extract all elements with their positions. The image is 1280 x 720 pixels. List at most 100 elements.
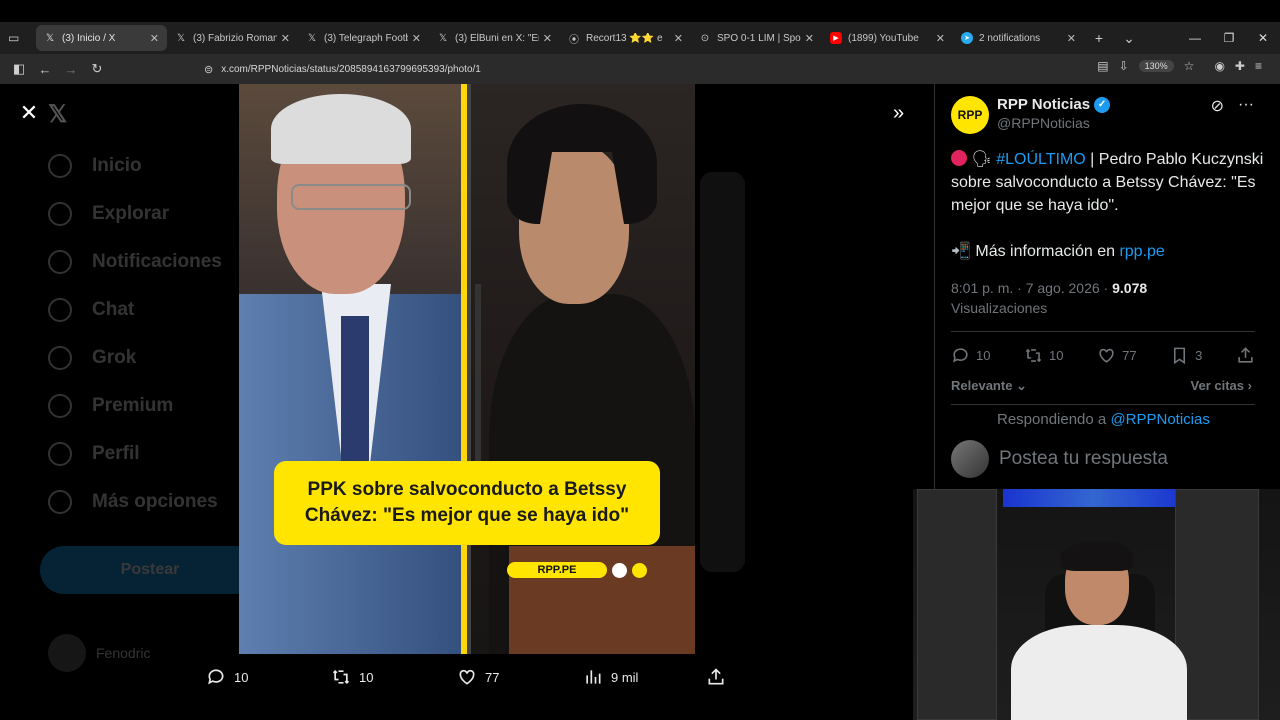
back-icon[interactable]: ← (32, 62, 58, 77)
account-name[interactable]: RPP Noticias (997, 96, 1090, 113)
tab-sport[interactable]: ⊙ SPO 0-1 LIM | Sport Bo ✕ (691, 25, 822, 51)
replying-to-handle[interactable]: @RPPNoticias (1110, 411, 1209, 428)
reload-icon[interactable]: ↻ (84, 61, 110, 77)
browser-tab-bar: ▭ 𝕏 (3) Inicio / X ✕ 𝕏 (3) Fabrizio Roma… (0, 22, 1280, 54)
tab-actions-icon[interactable]: ▭ (8, 31, 19, 45)
like-button[interactable]: 77 (1097, 346, 1137, 365)
repost-button[interactable]: 10 (1024, 346, 1064, 365)
tab-title: Recort13 ⭐⭐ e (586, 32, 663, 44)
premium-icon (48, 394, 72, 418)
tweet-author[interactable]: RPP RPP Noticias ✓ @RPPNoticias (951, 96, 1111, 134)
bookmark-button[interactable]: 3 (1170, 346, 1202, 365)
views-count: 9 mil (611, 669, 639, 685)
minimize-icon[interactable]: — (1178, 31, 1212, 45)
photo-caption: PPK sobre salvoconducto a Betssy Chávez:… (274, 461, 660, 545)
account-handle[interactable]: @RPPNoticias (997, 115, 1110, 131)
restore-icon[interactable]: ❐ (1212, 31, 1246, 45)
tab-title: (3) Telegraph Football (324, 32, 408, 44)
account-icon[interactable]: ◉ (1214, 59, 1224, 73)
rpp-logo-avatar[interactable]: RPP (951, 96, 989, 134)
youtube-icon: ▶ (830, 32, 842, 44)
dimmed-sidebar: Inicio Explorar Notificaciones Chat Grok… (40, 84, 260, 720)
reply-input[interactable]: Postea tu respuesta (999, 448, 1168, 470)
more-options-icon[interactable]: ··· (1238, 96, 1254, 116)
verified-badge-icon: ✓ (1094, 96, 1111, 113)
close-tab-icon[interactable]: ✕ (674, 32, 683, 45)
chat-icon (48, 298, 72, 322)
views-icon (586, 670, 601, 684)
reply-button[interactable]: 10 (951, 346, 990, 365)
menu-icon[interactable]: ≡ (1255, 59, 1262, 73)
white-dot (612, 563, 627, 578)
streamer-body (1011, 625, 1187, 720)
see-quotes-link[interactable]: Ver citas › (1191, 378, 1252, 393)
avatar (951, 440, 989, 478)
replying-to: Respondiendo a @RPPNoticias (997, 411, 1210, 428)
repost-button[interactable]: 10 (331, 667, 373, 687)
site-info-icon[interactable]: ⊜ (204, 63, 213, 76)
like-button[interactable]: 77 (457, 667, 499, 687)
tab-recort[interactable]: ⦿ Recort13 ⭐⭐ e ✕ (560, 25, 691, 51)
views-button[interactable]: 9 mil (583, 667, 638, 687)
sidebar-item-mas-opciones: Más opciones (40, 478, 260, 526)
chevron-right-icon: › (1247, 378, 1252, 393)
reply-count: 10 (976, 348, 991, 363)
photo-hair-left (271, 94, 411, 164)
sort-relevant-dropdown[interactable]: Relevante ⌄ (951, 378, 1027, 394)
extensions-icon[interactable]: ✚ (1235, 59, 1245, 73)
tab-title: SPO 0-1 LIM | Sport Bo (717, 32, 801, 44)
grok-icon (48, 346, 72, 370)
rpp-link[interactable]: rpp.pe (1119, 243, 1164, 260)
tab-youtube[interactable]: ▶ (1899) YouTube ✕ (822, 25, 953, 51)
bookmark-star-icon[interactable]: ☆ (1184, 59, 1195, 73)
reader-mode-icon[interactable]: ▤ (1097, 59, 1108, 73)
home-icon (48, 154, 72, 178)
webcam-overlay (913, 489, 1280, 720)
chevron-down-icon[interactable]: ⌄ (1114, 30, 1144, 47)
sidebar-item-explorar: Explorar (40, 190, 260, 238)
close-tab-icon[interactable]: ✕ (412, 32, 421, 45)
url-text: x.com/RPPNoticias/status/208589416379969… (221, 63, 481, 75)
photo-glasses (291, 184, 411, 210)
share-button[interactable] (1236, 346, 1255, 365)
close-tab-icon[interactable]: ✕ (936, 32, 945, 45)
tab-fabrizio[interactable]: 𝕏 (3) Fabrizio Romano e ✕ (167, 25, 298, 51)
new-tab-icon[interactable]: + (1084, 30, 1114, 46)
hashtag-link[interactable]: #LOÚLTIMO (996, 151, 1086, 168)
repost-icon (332, 669, 350, 685)
like-count: 77 (1122, 348, 1137, 363)
close-tab-icon[interactable]: ✕ (1067, 32, 1076, 45)
expand-panel-icon[interactable]: » (893, 102, 904, 125)
like-count: 77 (485, 669, 500, 685)
repost-count: 10 (359, 669, 374, 685)
tab-title: 2 notifications (979, 32, 1041, 44)
sidebar-toggle-icon[interactable]: ◧ (6, 61, 32, 77)
streamer-hair (1061, 541, 1133, 571)
close-icon[interactable]: ✕ (18, 102, 40, 124)
dimmed-timeline (700, 172, 745, 572)
zoom-indicator[interactable]: 130% (1138, 60, 1174, 72)
sidebar-item-label: Notificaciones (92, 251, 222, 272)
globe-icon: ⊙ (700, 32, 710, 44)
download-icon[interactable]: ⇩ (1119, 59, 1129, 73)
shelf-left (917, 489, 997, 720)
close-tab-icon[interactable]: ✕ (543, 32, 552, 45)
reply-button[interactable]: 10 (206, 667, 248, 687)
close-tab-icon[interactable]: ✕ (281, 32, 290, 45)
tweet-time[interactable]: 8:01 p. m. · 7 ago. 2026 · (951, 280, 1112, 296)
tab-elbuni[interactable]: 𝕏 (3) ElBuni en X: "En ru ✕ (429, 25, 560, 51)
tab-telegram[interactable]: ➤ 2 notifications ✕ (953, 25, 1084, 51)
share-button[interactable] (706, 667, 726, 687)
tab-telegraph[interactable]: 𝕏 (3) Telegraph Football ✕ (298, 25, 429, 51)
tab-inicio[interactable]: 𝕏 (3) Inicio / X ✕ (36, 25, 167, 51)
close-tab-icon[interactable]: ✕ (805, 32, 814, 45)
more-info-text: Más información en (975, 243, 1120, 260)
views-label: Visualizaciones (951, 300, 1048, 316)
reply-icon (952, 348, 968, 363)
grok-icon[interactable]: ⊘ (1211, 96, 1224, 116)
address-bar[interactable]: ⊜ x.com/RPPNoticias/status/2085894163799… (196, 57, 1102, 81)
forward-icon[interactable]: → (58, 62, 84, 77)
close-window-icon[interactable]: ✕ (1246, 31, 1280, 45)
x-logo-icon: 𝕏 (307, 32, 317, 44)
close-tab-icon[interactable]: ✕ (150, 32, 159, 45)
